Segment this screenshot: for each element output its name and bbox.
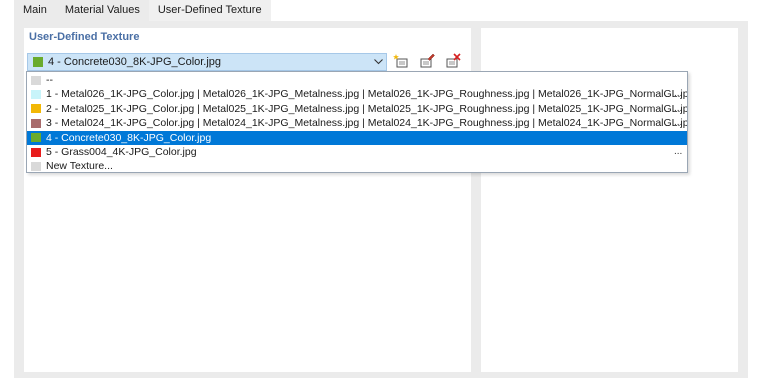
dropdown-item[interactable]: 3 - Metal024_1K-JPG_Color.jpg | Metal024… <box>27 116 687 130</box>
edit-texture-icon <box>419 53 435 72</box>
delete-texture-icon <box>445 52 461 72</box>
combo-value: 4 - Concrete030_8K-JPG_Color.jpg <box>48 56 222 68</box>
tab-material-values[interactable]: Material Values <box>55 0 149 21</box>
more-icon[interactable]: ... <box>674 87 684 101</box>
more-icon[interactable]: ... <box>674 145 684 159</box>
tab-bar: Main Material Values User-Defined Textur… <box>14 0 271 21</box>
dropdown-item[interactable]: -- <box>27 73 687 87</box>
tab-main[interactable]: Main <box>14 0 56 21</box>
edit-texture-button[interactable] <box>417 52 437 72</box>
dropdown-item-label: -- <box>46 74 53 86</box>
combo-color-swatch <box>33 57 43 67</box>
dropdown-item-label: 2 - Metal025_1K-JPG_Color.jpg | Metal025… <box>46 102 687 115</box>
dropdown-item[interactable]: 4 - Concrete030_8K-JPG_Color.jpg <box>27 130 687 145</box>
color-swatch <box>31 147 41 157</box>
color-swatch <box>31 90 41 100</box>
more-icon[interactable]: ... <box>674 102 684 116</box>
color-swatch <box>31 162 41 172</box>
new-texture-button[interactable] <box>391 52 411 72</box>
dropdown-item-label: 3 - Metal024_1K-JPG_Color.jpg | Metal024… <box>46 117 687 130</box>
color-swatch <box>31 133 41 143</box>
dropdown-item[interactable]: 1 - Metal026_1K-JPG_Color.jpg | Metal026… <box>27 87 687 101</box>
dropdown-item-label: 4 - Concrete030_8K-JPG_Color.jpg <box>46 131 212 144</box>
color-swatch <box>31 104 41 114</box>
texture-dropdown-list: -- 1 - Metal026_1K-JPG_Color.jpg | Metal0… <box>26 71 688 173</box>
new-texture-icon <box>393 53 409 72</box>
dropdown-item-label: New Texture... <box>46 160 113 173</box>
dropdown-item[interactable]: New Texture... <box>27 159 687 173</box>
more-icon[interactable]: ... <box>674 116 684 130</box>
texture-combobox[interactable]: 4 - Concrete030_8K-JPG_Color.jpg <box>27 53 387 71</box>
dropdown-item-label: 1 - Metal026_1K-JPG_Color.jpg | Metal026… <box>46 88 687 101</box>
dropdown-item[interactable]: 2 - Metal025_1K-JPG_Color.jpg | Metal025… <box>27 102 687 116</box>
color-swatch <box>31 118 41 128</box>
section-title: User-Defined Texture <box>29 31 140 43</box>
delete-texture-button[interactable] <box>443 52 463 72</box>
color-swatch <box>31 75 41 85</box>
tab-user-defined-texture[interactable]: User-Defined Texture <box>148 0 271 21</box>
chevron-down-icon[interactable] <box>370 57 386 67</box>
dropdown-item-label: 5 - Grass004_4K-JPG_Color.jpg <box>46 145 197 158</box>
dropdown-item[interactable]: 5 - Grass004_4K-JPG_Color.jpg... <box>27 145 687 159</box>
